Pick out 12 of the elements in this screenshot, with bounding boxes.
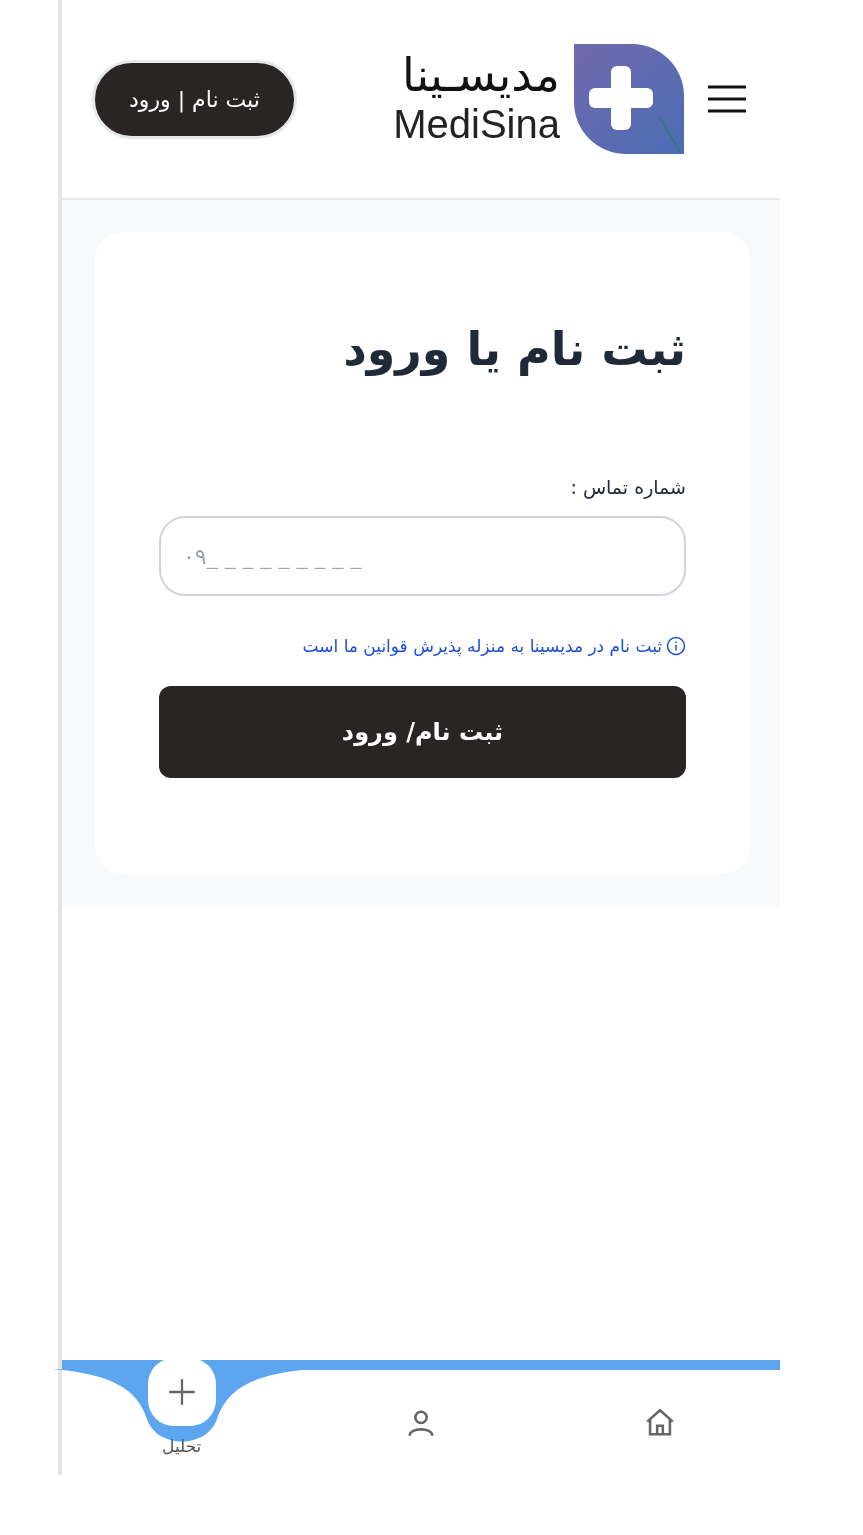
logo-text: مدیسـینا <box>402 49 560 101</box>
login-button[interactable]: ثبت نام | ورود <box>92 59 297 139</box>
logo-text: MediSina <box>393 101 560 149</box>
phone-label: شماره تماس : <box>569 476 686 498</box>
cross-logo-icon <box>574 44 684 154</box>
menu-icon[interactable] <box>708 85 746 113</box>
info-icon <box>666 636 686 656</box>
nav-item[interactable]: تحلیل <box>62 1338 302 1475</box>
terms-note[interactable]: ثبت نام در مدیسینا به منزله پذیرش قوانین ما است <box>302 636 662 656</box>
phone-field[interactable]: ۰۹_ _ _ _ _ _ _ _ _ <box>159 516 686 596</box>
submit-button[interactable]: ثبت نام/ ورود <box>159 686 686 778</box>
form-title: ثبت نام یا ورود <box>342 322 686 376</box>
